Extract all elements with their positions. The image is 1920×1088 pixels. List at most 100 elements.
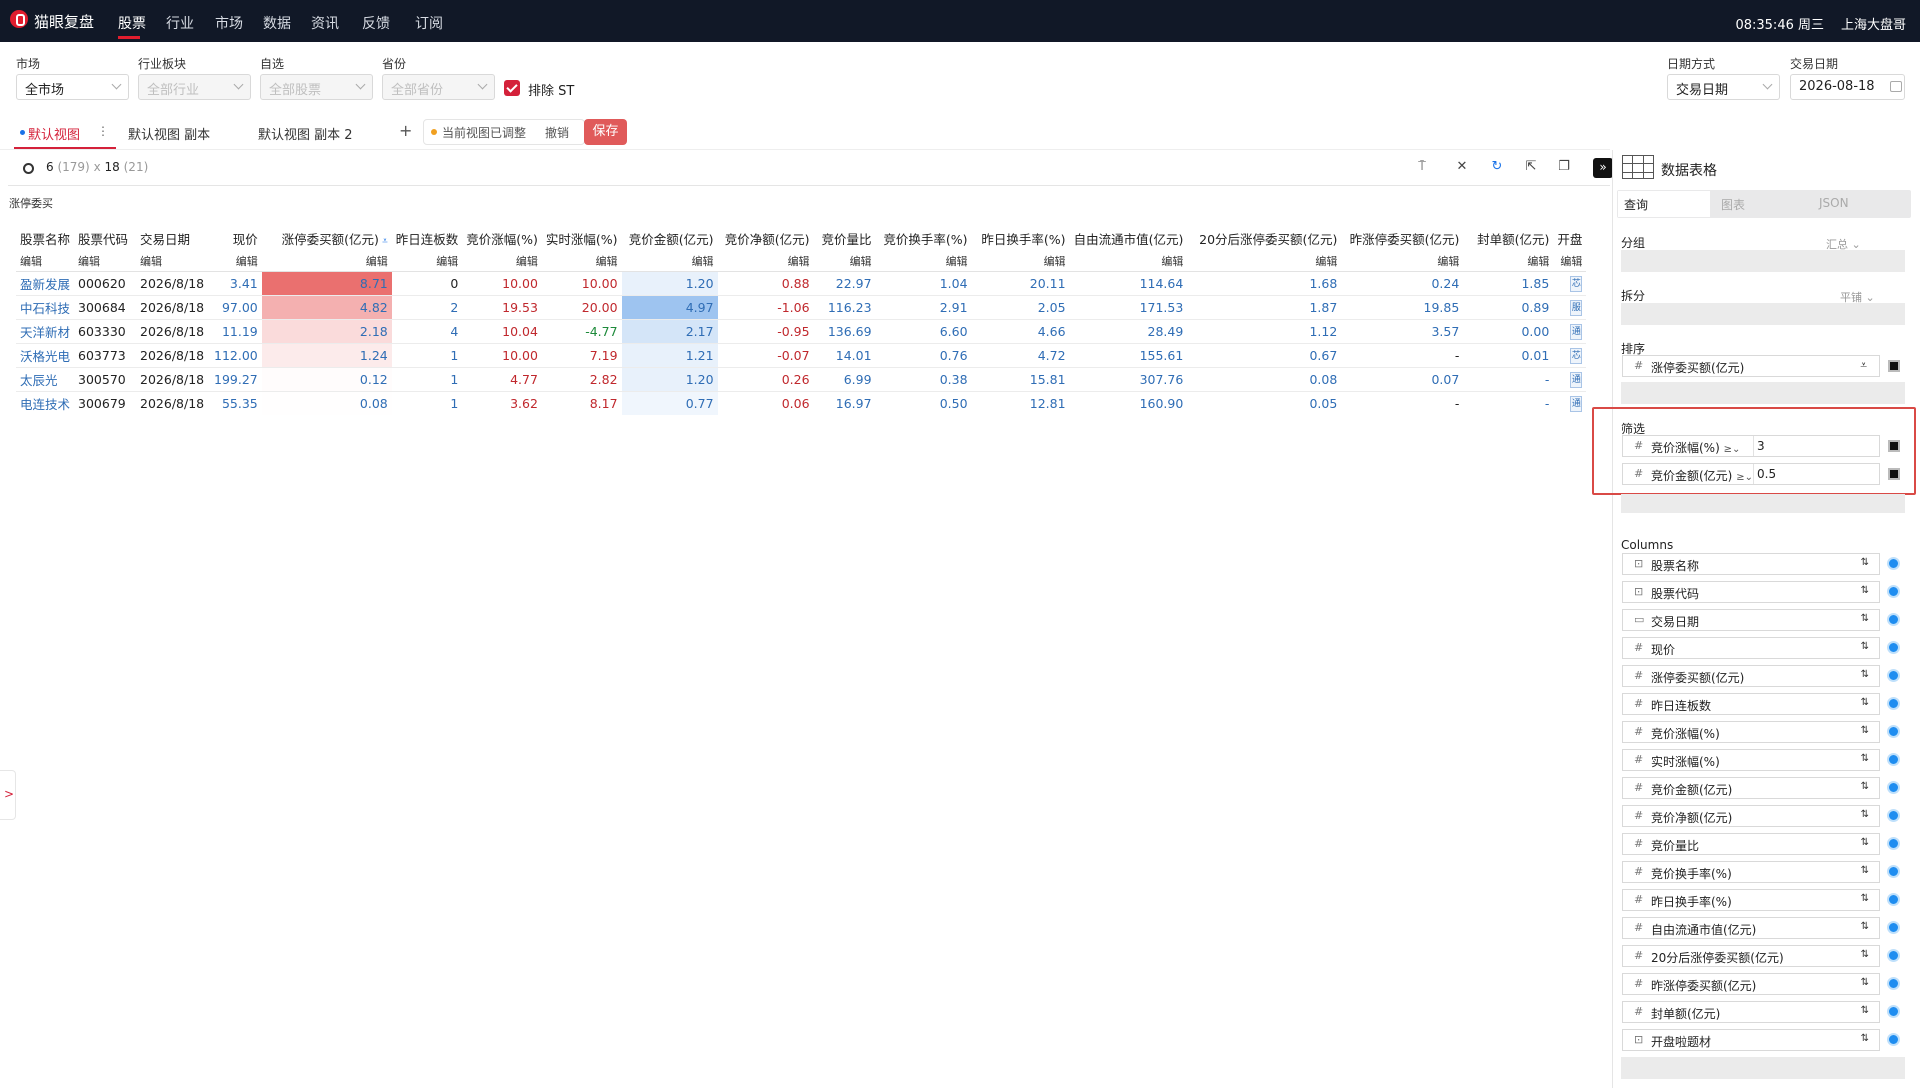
tools-icon[interactable]: ✕ — [1454, 159, 1470, 175]
column-header[interactable]: 竞价换手率(%) — [876, 225, 972, 251]
remove-filter-button[interactable] — [1888, 440, 1900, 452]
reorder-icon[interactable]: ⇅ — [1861, 697, 1869, 708]
column-item[interactable]: # 封单额(亿元) ⇅ — [1622, 1001, 1880, 1023]
filter-operator[interactable]: ≥⌄ — [1724, 444, 1741, 455]
column-item[interactable]: ▭ 交易日期 ⇅ — [1622, 609, 1880, 631]
reorder-icon[interactable]: ⇅ — [1861, 669, 1869, 680]
reorder-icon[interactable]: ⇅ — [1861, 1033, 1869, 1044]
reorder-icon[interactable]: ⇅ — [1861, 977, 1869, 988]
column-header[interactable]: 竞价量比 — [814, 225, 876, 251]
add-view-button[interactable]: + — [399, 121, 412, 140]
column-visibility-toggle[interactable] — [1887, 837, 1900, 850]
filter-drop-zone[interactable] — [1621, 494, 1905, 513]
column-visibility-toggle[interactable] — [1887, 949, 1900, 962]
nav-item-feedback[interactable]: 反馈 — [362, 13, 390, 33]
column-header[interactable]: 昨日换手率(%) — [972, 225, 1070, 251]
edit-link[interactable]: 编辑 — [813, 251, 876, 272]
column-visibility-toggle[interactable] — [1887, 893, 1900, 906]
reorder-icon[interactable]: ⇅ — [1861, 865, 1869, 876]
sort-item[interactable]: # 涨停委买额(亿元) ⩡ — [1622, 355, 1880, 377]
reorder-icon[interactable]: ⇅ — [1861, 753, 1869, 764]
column-visibility-toggle[interactable] — [1887, 921, 1900, 934]
nav-item-market[interactable]: 市场 — [215, 13, 243, 33]
filter-value-input[interactable]: 0.5 — [1753, 464, 1879, 484]
column-visibility-toggle[interactable] — [1887, 669, 1900, 682]
column-item[interactable]: # 竞价换手率(%) ⇅ — [1622, 861, 1880, 883]
edit-link[interactable]: 编辑 — [210, 251, 262, 272]
column-header[interactable]: 股票名称 — [16, 225, 74, 251]
sort-desc-icon[interactable]: ⩡ — [379, 236, 388, 247]
tab-default-view-copy[interactable]: 默认视图 副本 — [128, 124, 210, 143]
edit-link[interactable]: 编辑 — [261, 251, 392, 272]
nav-item-industry[interactable]: 行业 — [166, 13, 194, 33]
user-name[interactable]: 上海大盘哥 — [1841, 14, 1906, 33]
table-row[interactable]: 电连技术 300679 2026/8/18 55.35 0.08 1 3.62 8.17 0.7… — [16, 391, 1587, 415]
table-cell[interactable]: 天洋新材 — [16, 319, 75, 344]
column-header[interactable]: 交易日期 — [136, 225, 210, 251]
format-paint-icon[interactable]: ⍑ — [1414, 159, 1430, 175]
column-visibility-toggle[interactable] — [1887, 781, 1900, 794]
tab-query[interactable]: 查询 — [1618, 191, 1710, 217]
theme-tag[interactable]: 芯 — [1570, 348, 1583, 364]
column-header[interactable]: 股票代码 — [74, 225, 136, 251]
refresh-icon[interactable]: ↻ — [1489, 159, 1505, 175]
theme-tag[interactable]: 服 — [1570, 300, 1583, 316]
column-item[interactable]: # 实时涨幅(%) ⇅ — [1622, 749, 1880, 771]
edit-link[interactable]: 编辑 — [1341, 251, 1464, 272]
remove-sort-button[interactable] — [1888, 360, 1900, 372]
trade-date-picker[interactable]: 2026-08-18 — [1790, 74, 1905, 100]
edit-link[interactable]: 编辑 — [1187, 251, 1342, 272]
export-icon[interactable]: ⇱ — [1523, 159, 1539, 175]
app-brand-name[interactable]: 猫眼复盘 — [34, 11, 94, 32]
reorder-icon[interactable]: ⇅ — [1861, 725, 1869, 736]
column-item[interactable]: # 自由流通市值(亿元) ⇅ — [1622, 917, 1880, 939]
edit-link[interactable]: 编辑 — [1069, 251, 1188, 272]
column-visibility-toggle[interactable] — [1887, 753, 1900, 766]
column-item[interactable]: # 竞价涨幅(%) ⇅ — [1622, 721, 1880, 743]
column-visibility-toggle[interactable] — [1887, 865, 1900, 878]
nav-item-stocks[interactable]: 股票 — [118, 13, 146, 33]
reorder-icon[interactable]: ⇅ — [1861, 557, 1869, 568]
column-header[interactable]: 竞价涨幅(%) — [462, 225, 542, 251]
save-view-button[interactable]: 保存 — [584, 119, 627, 145]
industry-select[interactable]: 全部行业 — [138, 74, 251, 100]
column-item[interactable]: ⊡ 股票名称 ⇅ — [1622, 553, 1880, 575]
reorder-icon[interactable]: ⇅ — [1861, 613, 1869, 624]
filter-operator[interactable]: ≥⌄ — [1736, 472, 1753, 483]
edit-link[interactable]: 编辑 — [717, 251, 814, 272]
column-visibility-toggle[interactable] — [1887, 697, 1900, 710]
undo-button[interactable]: 撤销 — [545, 124, 569, 141]
app-logo-icon[interactable] — [10, 10, 28, 28]
column-visibility-toggle[interactable] — [1887, 585, 1900, 598]
reorder-icon[interactable]: ⇅ — [1861, 781, 1869, 792]
column-item[interactable]: ⊡ 开盘啦题材 ⇅ — [1622, 1029, 1880, 1051]
nav-item-subscribe[interactable]: 订阅 — [415, 13, 443, 33]
reorder-icon[interactable]: ⇅ — [1861, 837, 1869, 848]
column-item[interactable]: # 竞价净额(亿元) ⇅ — [1622, 805, 1880, 827]
reorder-icon[interactable]: ⇅ — [1861, 1005, 1869, 1016]
toggle-panel-button[interactable]: » — [1593, 158, 1613, 178]
column-visibility-toggle[interactable] — [1887, 641, 1900, 654]
date-mode-select[interactable]: 交易日期 — [1667, 74, 1780, 100]
column-item[interactable]: # 竞价金额(亿元) ⇅ — [1622, 777, 1880, 799]
theme-tag[interactable]: 芯 — [1570, 276, 1583, 292]
record-circle-icon[interactable] — [23, 163, 34, 174]
column-visibility-toggle[interactable] — [1887, 1033, 1900, 1046]
group-drop-zone[interactable] — [1621, 250, 1905, 272]
reorder-icon[interactable]: ⇅ — [1861, 949, 1869, 960]
column-header[interactable]: 昨日连板数 — [392, 225, 463, 251]
column-item[interactable]: # 昨涨停委买额(亿元) ⇅ — [1622, 973, 1880, 995]
column-header[interactable]: 竞价金额(亿元) — [622, 225, 718, 251]
province-select[interactable]: 全部省份 — [382, 74, 495, 100]
column-header[interactable]: 竞价净额(亿元) — [718, 225, 814, 251]
nav-item-news[interactable]: 资讯 — [311, 13, 339, 33]
table-cell[interactable]: 沃格光电 — [16, 343, 75, 368]
tab-json[interactable]: JSON — [1819, 196, 1849, 210]
sort-desc-icon[interactable]: ⩡ — [1860, 358, 1867, 373]
tab-chart[interactable]: 图表 — [1721, 196, 1745, 213]
column-header[interactable]: 现价 — [210, 225, 262, 251]
remove-filter-button[interactable] — [1888, 468, 1900, 480]
expand-left-panel-handle[interactable]: > — [0, 770, 16, 820]
reorder-icon[interactable]: ⇅ — [1861, 809, 1869, 820]
edit-link[interactable]: 编辑 — [875, 251, 972, 272]
